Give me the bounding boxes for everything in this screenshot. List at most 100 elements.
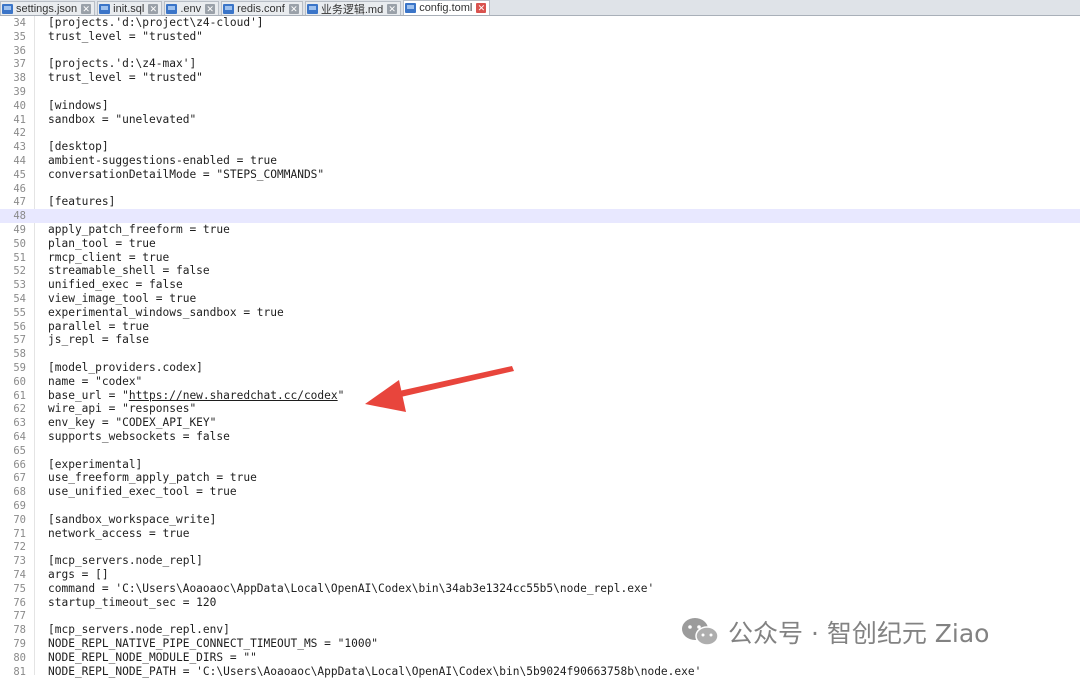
code-editor[interactable]: 34 [projects.'d:\project\z4-cloud'] 35 trus… <box>0 16 1080 678</box>
code-line[interactable]: 46 <box>0 182 1080 196</box>
line-text: sandbox = "unelevated" <box>48 112 197 126</box>
code-line[interactable]: 81 NODE_REPL_NODE_PATH = 'C:\Users\Aoaoao… <box>0 665 1080 679</box>
code-line[interactable]: 73 [mcp_servers.node_repl] <box>0 554 1080 568</box>
line-number: 48 <box>13 210 26 223</box>
close-icon[interactable]: ✕ <box>387 3 398 14</box>
code-line[interactable]: 70 [sandbox_workspace_write] <box>0 513 1080 527</box>
code-line[interactable]: 61 base_url = "https://new.sharedchat.cc/… <box>0 389 1080 403</box>
line-number: 55 <box>13 306 26 319</box>
code-line[interactable]: 54 view_image_tool = true <box>0 292 1080 306</box>
code-line[interactable]: 71 network_access = true <box>0 527 1080 541</box>
base-url-link[interactable]: https://new.sharedchat.cc/codex <box>129 389 338 402</box>
code-line[interactable]: 63 env_key = "CODEX_API_KEY" <box>0 416 1080 430</box>
code-line[interactable]: 60 name = "codex" <box>0 375 1080 389</box>
line-number: 57 <box>13 334 26 347</box>
close-icon[interactable]: ✕ <box>148 3 159 14</box>
code-line[interactable]: 45 conversationDetailMode = "STEPS_COMMAN… <box>0 168 1080 182</box>
wechat-icon <box>682 618 719 646</box>
code-line[interactable]: 49 apply_patch_freeform = true <box>0 223 1080 237</box>
code-line[interactable]: 35 trust_level = "trusted" <box>0 30 1080 44</box>
code-line[interactable]: 72 <box>0 540 1080 554</box>
line-text: startup_timeout_sec = 120 <box>48 595 217 609</box>
code-line[interactable]: 50 plan_tool = true <box>0 237 1080 251</box>
code-line[interactable]: 55 experimental_windows_sandbox = true <box>0 306 1080 320</box>
line-number: 54 <box>13 293 26 305</box>
tab-redis-conf[interactable]: redis.conf ✕ <box>221 1 303 15</box>
line-text: NODE_REPL_NODE_PATH = 'C:\Users\Aoaoaoc\… <box>48 664 702 678</box>
code-line[interactable]: 51 rmcp_client = true <box>0 251 1080 265</box>
code-line[interactable]: 41 sandbox = "unelevated" <box>0 113 1080 127</box>
line-text: [mcp_servers.node_repl] <box>48 554 203 568</box>
code-line[interactable]: 64 supports_websockets = false <box>0 430 1080 444</box>
line-number: 39 <box>13 86 26 98</box>
code-line[interactable]: 39 <box>0 85 1080 99</box>
line-number: 67 <box>13 472 26 485</box>
line-text: wire_api = "responses" <box>48 402 197 416</box>
code-line[interactable]: 74 args = [] <box>0 568 1080 582</box>
line-number: 70 <box>13 513 26 526</box>
code-line[interactable]: 36 <box>0 44 1080 58</box>
line-text: trust_level = "trusted" <box>48 71 203 85</box>
line-text: [windows] <box>48 98 109 112</box>
line-text: conversationDetailMode = "STEPS_COMMANDS… <box>48 167 325 181</box>
code-line[interactable]: 67 use_freeform_apply_patch = true <box>0 471 1080 485</box>
code-line[interactable]: 48 <box>0 209 1080 224</box>
code-line[interactable]: 34 [projects.'d:\project\z4-cloud'] <box>0 16 1080 30</box>
line-text: args = [] <box>48 568 109 581</box>
code-line[interactable]: 38 trust_level = "trusted" <box>0 71 1080 85</box>
code-line[interactable]: 80 NODE_REPL_NODE_MODULE_DIRS = "" <box>0 651 1080 665</box>
line-number: 56 <box>13 320 26 333</box>
line-number: 68 <box>13 486 26 499</box>
close-icon[interactable]: ✕ <box>288 3 299 14</box>
line-text: apply_patch_freeform = true <box>48 223 230 236</box>
code-line[interactable]: 40 [windows] <box>0 99 1080 113</box>
code-line[interactable]: 37 [projects.'d:\z4-max'] <box>0 57 1080 71</box>
close-icon[interactable]: ✕ <box>81 3 92 14</box>
code-line[interactable]: 53 unified_exec = false <box>0 278 1080 292</box>
line-number: 42 <box>13 127 26 140</box>
line-number: 78 <box>13 624 26 637</box>
line-number: 79 <box>13 638 26 650</box>
line-number: 52 <box>13 265 26 278</box>
code-line[interactable]: 76 startup_timeout_sec = 120 <box>0 596 1080 610</box>
line-number: 36 <box>13 44 26 57</box>
code-line[interactable]: 52 streamable_shell = false <box>0 264 1080 278</box>
line-number: 64 <box>13 431 26 443</box>
tab-env[interactable]: .env ✕ <box>164 1 220 15</box>
line-number: 81 <box>13 665 26 678</box>
tab-config-toml[interactable]: config.toml ✕ <box>403 0 491 15</box>
line-number: 77 <box>13 610 26 623</box>
code-line[interactable]: 69 <box>0 499 1080 513</box>
code-line[interactable]: 42 <box>0 126 1080 140</box>
code-line[interactable]: 43 [desktop] <box>0 140 1080 154</box>
code-line[interactable]: 56 parallel = true <box>0 320 1080 334</box>
close-icon[interactable]: ✕ <box>476 3 487 13</box>
tab-label: 业务逻辑.md <box>320 3 384 16</box>
close-icon[interactable]: ✕ <box>205 3 216 14</box>
code-line[interactable]: 66 [experimental] <box>0 458 1080 472</box>
code-line[interactable]: 65 <box>0 444 1080 458</box>
file-icon <box>405 3 417 13</box>
tab-md[interactable]: 业务逻辑.md ✕ <box>304 1 402 16</box>
line-number: 37 <box>13 58 26 71</box>
line-number: 35 <box>13 30 26 43</box>
line-text: parallel = true <box>48 319 150 333</box>
tab-label: config.toml <box>419 2 473 14</box>
code-line[interactable]: 57 js_repl = false <box>0 333 1080 347</box>
code-line[interactable]: 47 [features] <box>0 195 1080 209</box>
code-line[interactable]: 68 use_unified_exec_tool = true <box>0 485 1080 499</box>
line-text-prefix: base_url = " <box>48 388 129 402</box>
line-number: 65 <box>13 444 26 457</box>
code-line[interactable]: 59 [model_providers.codex] <box>0 361 1080 375</box>
tab-settings-json[interactable]: settings.json ✕ <box>0 1 96 15</box>
line-text: [model_providers.codex] <box>48 361 203 374</box>
tab-init-sql[interactable]: init.sql ✕ <box>97 1 163 15</box>
line-number: 62 <box>13 403 26 416</box>
code-line[interactable]: 75 command = 'C:\Users\Aoaoaoc\AppData\Lo… <box>0 582 1080 596</box>
line-number: 60 <box>13 375 26 388</box>
code-line[interactable]: 62 wire_api = "responses" <box>0 402 1080 416</box>
line-text: use_unified_exec_tool = true <box>48 485 237 499</box>
code-line[interactable]: 44 ambient-suggestions-enabled = true <box>0 154 1080 168</box>
code-line[interactable]: 58 <box>0 347 1080 361</box>
line-text: js_repl = false <box>48 333 150 347</box>
